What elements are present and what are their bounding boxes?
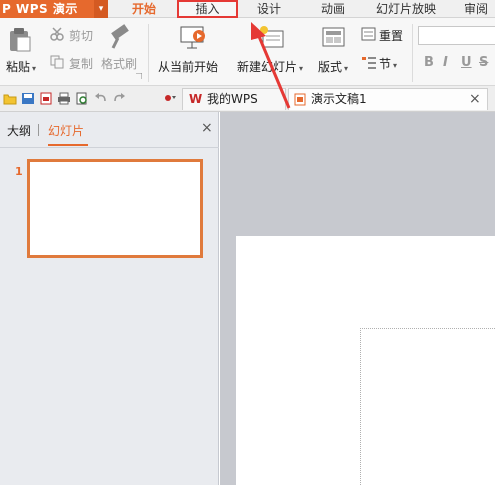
scissors-icon [50,27,64,41]
copy-icon [50,55,64,69]
print-preview-icon[interactable] [75,92,89,105]
doc-tab-label: 演示文稿1 [311,92,367,106]
bold-button[interactable]: B [424,55,434,70]
layout-button[interactable]: 版式 ▾ [318,58,348,75]
slide-thumbnail[interactable] [27,159,203,258]
export-pdf-icon[interactable] [39,92,53,105]
format-painter-button[interactable]: 格式刷 [101,55,137,72]
section-button[interactable]: 节 ▾ [379,55,397,72]
tab-slideshow[interactable]: 幻灯片放映 [368,0,444,18]
new-slide-icon[interactable] [258,24,286,50]
paste-button[interactable]: 粘贴 ▾ [6,58,36,75]
pane-divider [0,147,219,148]
wps-logo-letter: P [2,2,11,16]
slide-canvas[interactable] [236,236,495,485]
tab-slides[interactable]: 幻灯片 [48,122,84,139]
new-slide-button[interactable]: 新建幻灯片 ▾ [237,58,303,75]
slides-pane: 大纲 幻灯片 × 1 [0,112,219,485]
save-icon[interactable] [21,92,35,105]
tab-design[interactable]: 设计 [246,0,292,18]
open-folder-icon[interactable] [3,92,17,105]
presentation-file-icon [294,93,306,106]
tab-outline[interactable]: 大纲 [7,122,31,139]
layout-label: 版式 [318,60,343,74]
play-from-current-icon[interactable] [179,25,209,51]
underline-button[interactable]: U [461,55,472,70]
section-icon [362,57,376,69]
layout-dropdown-icon[interactable]: ▾ [344,64,348,73]
ribbon-separator [148,24,149,82]
paste-dropdown-icon[interactable]: ▾ [32,64,36,73]
customize-quickbar-icon[interactable] [163,92,177,105]
tab-review[interactable]: 审阅 [454,0,495,18]
strikethrough-button[interactable]: S [479,55,488,70]
active-tab-underline [48,144,88,146]
new-slide-label: 新建幻灯片 [237,60,298,74]
wps-logo-icon: W [189,92,203,106]
close-tab-icon[interactable]: × [469,89,481,109]
cut-button[interactable]: 剪切 [69,27,93,44]
paste-label: 粘贴 [6,60,31,74]
tab-home[interactable]: 开始 [118,0,170,18]
font-name-input[interactable] [418,26,495,45]
quick-access-bar: W 我的WPS 演示文稿1 × [0,86,495,112]
app-menu-button[interactable]: P WPS 演示 ▾ [0,0,108,18]
ribbon-toolbar: 粘贴 ▾ 剪切 复制 格式刷 从当前开始 新建幻灯片 ▾ 版式 ▾ 重置 节 ▾… [0,18,495,86]
section-label: 节 [379,57,392,71]
doc-tab-my-wps[interactable]: W 我的WPS [182,88,286,110]
slide-editing-area[interactable] [220,112,495,485]
placeholder-box[interactable] [360,328,495,485]
slide-number: 1 [15,165,23,178]
layout-icon[interactable] [322,27,346,49]
from-current-button[interactable]: 从当前开始 [158,58,218,75]
format-painter-icon[interactable] [108,24,134,52]
undo-icon[interactable] [94,92,108,105]
menu-bar: P WPS 演示 ▾ 开始 插入 设计 动画 幻灯片放映 审阅 [0,0,495,18]
pane-tab-divider [38,124,39,136]
doc-tab-label: 我的WPS [207,92,258,106]
reset-icon [361,27,376,41]
italic-button[interactable]: I [443,55,448,70]
paste-icon[interactable] [8,27,32,53]
dialog-launcher-icon[interactable] [136,73,142,79]
redo-icon[interactable] [112,92,126,105]
app-menu-dropdown-icon[interactable]: ▾ [94,0,108,18]
print-icon[interactable] [57,92,71,105]
close-pane-icon[interactable]: × [201,120,213,136]
doc-tab-presentation[interactable]: 演示文稿1 × [288,88,488,110]
tab-animation[interactable]: 动画 [310,0,356,18]
tab-insert[interactable]: 插入 [177,0,238,18]
ribbon-separator [412,24,413,82]
new-slide-dropdown-icon[interactable]: ▾ [299,64,303,73]
copy-button[interactable]: 复制 [69,55,93,72]
section-dropdown-icon[interactable]: ▾ [393,61,397,70]
app-name: WPS 演示 [16,2,78,16]
reset-button[interactable]: 重置 [379,27,403,44]
